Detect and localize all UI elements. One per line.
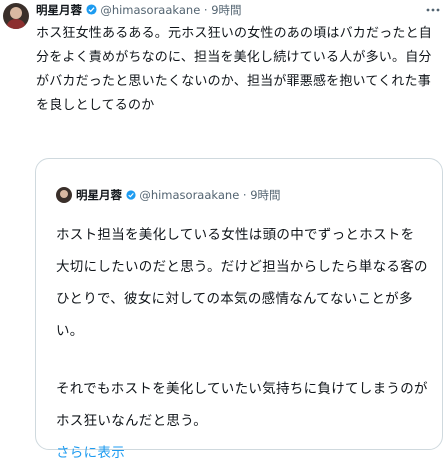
- more-horizontal-icon[interactable]: [425, 2, 441, 22]
- separator-dot: ·: [242, 188, 247, 202]
- verified-badge-icon: [86, 3, 101, 17]
- quoted-paragraph-1: ホスト担当を美化している女性は頭の中でずっとホストを大切にしたいのだと思う。だけ…: [56, 227, 428, 339]
- tweet-time[interactable]: 9時間: [211, 3, 241, 17]
- tweet-text: ホス狂女性あるある。元ホス狂いの女性のあの頃はバカだったと自分をよく責めがちなの…: [36, 26, 433, 113]
- tweet-header: 明星月蓉 @himasoraakane · 9時間: [36, 2, 421, 18]
- quoted-tweet[interactable]: 明星月蓉 @himasoraakane · 9時間 ホスト担当を美化している女性…: [35, 158, 443, 461]
- verified-badge-icon: [126, 188, 140, 202]
- author-avatar[interactable]: [3, 3, 29, 29]
- quoted-author-avatar[interactable]: [56, 187, 72, 203]
- author-name[interactable]: 明星月蓉: [36, 3, 82, 17]
- separator-dot: ·: [203, 3, 208, 17]
- quoted-tweet-time[interactable]: 9時間: [250, 188, 280, 202]
- quoted-author-handle[interactable]: @himasoraakane: [139, 188, 239, 202]
- quoted-paragraph-2-text: それでもホストを美化していたい気持ちに負けてしまうのがホス狂いなんだと思う。: [56, 381, 428, 429]
- quoted-tweet-text: ホスト担当を美化している女性は頭の中でずっとホストを大切にしたいのだと思う。だけ…: [56, 219, 428, 469]
- author-handle[interactable]: @himasoraakane: [100, 3, 200, 17]
- show-more-link[interactable]: さらに表示: [56, 437, 428, 469]
- quoted-tweet-header: 明星月蓉 @himasoraakane · 9時間: [76, 187, 281, 203]
- quoted-paragraph-2: それでもホストを美化していたい気持ちに負けてしまうのがホス狂いなんだと思う。: [56, 373, 428, 437]
- quoted-author-name[interactable]: 明星月蓉: [76, 188, 122, 202]
